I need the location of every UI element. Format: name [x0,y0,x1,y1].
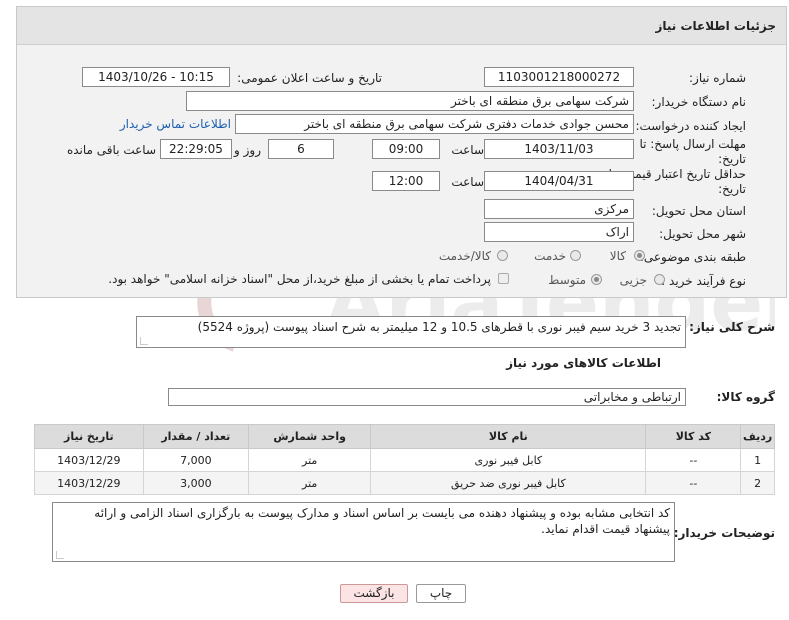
cell-row: 2 [740,471,775,495]
treasury-payment-note: پرداخت تمام یا بخشی از مبلغ خرید،از محل … [108,272,491,286]
process-option-medium: متوسط [548,273,586,287]
process-radio-minor[interactable] [654,274,665,285]
process-label: نوع فرآیند خرید : [661,274,746,288]
cell-need-date: 1403/12/29 [34,471,144,495]
days-label: روز و [234,143,261,157]
treasury-payment-checkbox[interactable] [498,273,509,284]
table-row: 1 -- کابل فیبر نوری متر 7,000 1403/12/29 [34,448,775,472]
col-quantity: تعداد / مقدار [142,424,250,449]
cell-code: -- [645,471,742,495]
cell-name: کابل فیبر نوری ضد حریق [370,471,647,495]
goods-section-title: اطلاعات کالاهای مورد نیاز [506,356,661,370]
price-validity-date-label: تاریخ: [718,182,746,196]
buyer-notes-label: توضیحات خریدار: [673,526,775,540]
print-button[interactable]: چاپ [416,584,466,603]
table-row: 2 -- کابل فیبر نوری ضد حریق متر 3,000 14… [34,471,775,495]
price-validity-time-field: 12:00 [372,171,440,191]
col-unit: واحد شمارش [248,424,372,449]
remaining-time-field: 22:29:05 [160,139,232,159]
buyer-notes-text: کد انتخابی مشابه بوده و پیشنهاد دهنده می… [94,506,670,536]
reply-date-field: 1403/11/03 [484,139,634,159]
need-number-field: 1103001218000272 [484,67,634,87]
summary-textarea: تجدید 3 خرید سیم فیبر نوری با قطرهای 10.… [136,316,686,348]
price-validity-date-field: 1404/04/31 [484,171,634,191]
category-radio-goods[interactable] [634,250,645,261]
category-radio-service[interactable] [570,250,581,261]
announce-date-field: 1403/10/26 - 10:15 [82,67,230,87]
cell-row: 1 [740,448,775,472]
panel-title: جزئیات اطلاعات نیاز [655,19,776,33]
col-need-date: تاریخ نیاز [34,424,144,449]
cell-need-date: 1403/12/29 [34,448,144,472]
col-name: نام کالا [370,424,647,449]
resize-grip-icon[interactable] [140,337,148,345]
price-validity-time-label: ساعت [451,175,484,189]
category-option-goods: کالا [609,249,626,263]
process-radio-medium[interactable] [591,274,602,285]
goods-table-header: ردیف کد کالا نام کالا واحد شمارش تعداد /… [34,424,775,449]
remaining-time-label: ساعت باقی مانده [66,143,156,157]
back-button[interactable]: بازگشت [340,584,408,603]
cell-unit: متر [248,448,372,472]
goods-group-field: ارتباطی و مخابراتی [168,388,686,406]
cell-quantity: 7,000 [142,448,250,472]
summary-text: تجدید 3 خرید سیم فیبر نوری با قطرهای 10.… [197,320,681,334]
province-label: استان محل تحویل: [651,204,746,218]
category-option-goods-service: کالا/خدمت [438,249,491,263]
category-radio-goods-service[interactable] [497,250,508,261]
cell-name: کابل فیبر نوری [370,448,647,472]
city-field: اراک [484,222,634,242]
buyer-contact-link[interactable]: اطلاعات تماس خریدار [120,117,231,131]
category-label: طبقه بندی موضوعی: [639,250,746,264]
cell-code: -- [645,448,742,472]
city-label: شهر محل تحویل: [659,227,746,241]
panel-header: جزئیات اطلاعات نیاز [17,7,786,45]
reply-time-field: 09:00 [372,139,440,159]
col-code: کد کالا [645,424,742,449]
requester-field: محسن جوادی خدمات دفتری شرکت سهامی برق من… [235,114,634,134]
requester-label: ایجاد کننده درخواست: [635,119,746,133]
announce-date-label: تاریخ و ساعت اعلان عمومی: [237,71,382,85]
summary-label: شرح کلی نیاز: [689,320,775,334]
buyer-org-field: شرکت سهامی برق منطقه ای باختر [186,91,634,111]
goods-table: ردیف کد کالا نام کالا واحد شمارش تعداد /… [34,424,775,495]
province-field: مرکزی [484,199,634,219]
goods-group-label: گروه کالا: [716,390,775,404]
remaining-days-field: 6 [268,139,334,159]
cell-quantity: 3,000 [142,471,250,495]
cell-unit: متر [248,471,372,495]
process-option-minor: جزیی [619,273,647,287]
reply-time-label: ساعت [451,143,484,157]
reply-deadline-date-label: تاریخ: [718,152,746,166]
resize-grip-icon[interactable] [56,551,64,559]
buyer-org-label: نام دستگاه خریدار: [651,95,747,109]
col-row: ردیف [740,424,775,449]
buyer-notes-textarea: کد انتخابی مشابه بوده و پیشنهاد دهنده می… [52,502,675,562]
reply-deadline-label: مهلت ارسال پاسخ: تا [639,137,746,151]
category-option-service: خدمت [534,249,566,263]
need-number-label: شماره نیاز: [689,71,746,85]
